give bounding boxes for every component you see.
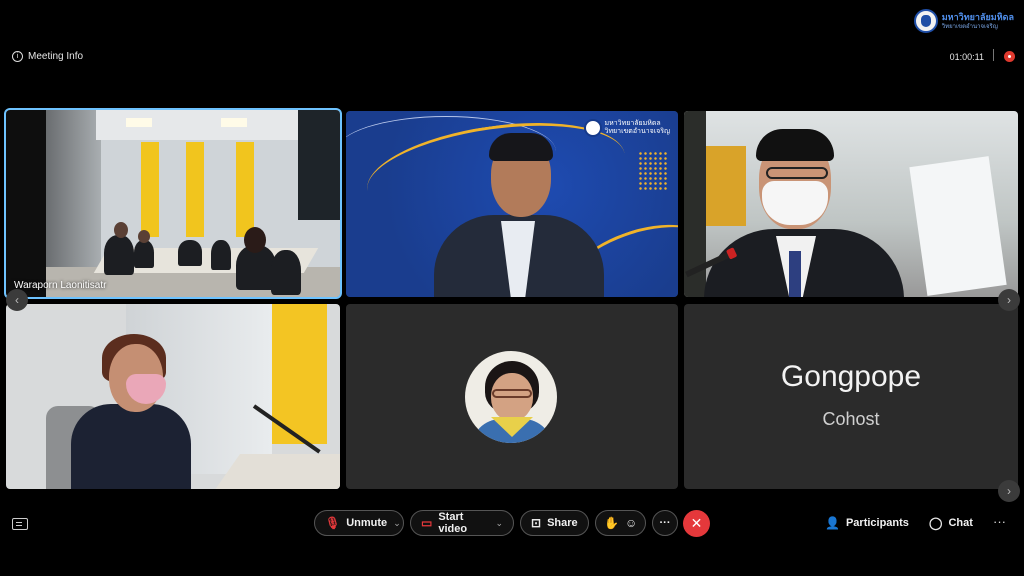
emoji-reaction-icon[interactable]: ☺ (625, 516, 637, 530)
brand-campus: วิทยาเขตอำนาจเจริญ (941, 23, 998, 30)
overflow-menu-icon[interactable]: ··· (993, 514, 1006, 529)
participant-display-name: Gongpope (780, 360, 922, 393)
divider (993, 49, 994, 61)
video-feed: มหาวิทยาลัยมหิดล วิทยาเขตอำนาจเจริญ (346, 111, 678, 297)
share-button[interactable]: ⊡ Share (520, 510, 589, 536)
participant-avatar (465, 351, 557, 443)
video-tile-5[interactable] (346, 304, 678, 489)
share-screen-icon: ⊡ (531, 516, 542, 530)
more-icon: ··· (659, 517, 671, 529)
virtual-background-logo: มหาวิทยาลัยมหิดล วิทยาเขตอำนาจเจริญ (583, 119, 670, 137)
participants-button[interactable]: 👤 Participants (825, 516, 909, 530)
chat-label: Chat (948, 517, 973, 529)
chat-button[interactable]: ◯ Chat (929, 516, 973, 530)
microphone-muted-icon: 🎙 (325, 516, 341, 530)
start-video-label: Start video (438, 511, 468, 535)
participants-label: Participants (845, 517, 909, 529)
start-video-button[interactable]: ▭ Start video ⌄ (410, 510, 514, 536)
chevron-down-icon[interactable]: ⌄ (495, 518, 503, 529)
video-feed (6, 110, 340, 297)
university-seal-icon (913, 9, 938, 33)
video-feed (684, 111, 1018, 297)
brand-logo: มหาวิทยาลัยมหิดล วิทยาเขตอำนาจเจริญ (913, 9, 1014, 33)
more-options-button[interactable]: ··· (652, 510, 678, 536)
video-feed (6, 304, 340, 489)
scroll-down-arrow-icon[interactable]: › (998, 480, 1020, 502)
video-tile-6[interactable]: Gongpope Cohost (684, 304, 1018, 489)
recording-icon[interactable] (1005, 52, 1014, 61)
participant-role: Cohost (822, 409, 880, 429)
video-tile-1[interactable]: Waraporn Laonitisatr (6, 110, 340, 297)
leave-meeting-button[interactable]: ✕ (683, 510, 710, 537)
raise-hand-icon[interactable]: ✋ (604, 516, 619, 530)
close-icon: ✕ (690, 515, 703, 531)
brand-name: มหาวิทยาลัยมหิดล (941, 11, 1014, 22)
next-page-arrow-icon[interactable]: › (998, 289, 1020, 311)
video-tile-3[interactable] (684, 111, 1018, 297)
meeting-timer: 01:00:11 (949, 52, 984, 62)
chat-bubble-icon: ◯ (929, 516, 943, 530)
share-label: Share (547, 517, 578, 529)
video-tile-4[interactable] (6, 304, 340, 489)
participant-name-label: Waraporn Laonitisatr (14, 280, 107, 291)
participants-icon: 👤 (825, 516, 840, 530)
captions-icon[interactable] (12, 518, 28, 530)
reactions-group[interactable]: ✋ ☺ (595, 510, 646, 536)
video-tile-2[interactable]: มหาวิทยาลัยมหิดล วิทยาเขตอำนาจเจริญ (346, 111, 678, 297)
meeting-info-button[interactable]: i Meeting Info (12, 51, 83, 62)
chevron-down-icon[interactable]: ⌄ (393, 518, 401, 529)
previous-page-arrow-icon[interactable]: ‹ (6, 289, 28, 311)
meeting-info-label: Meeting Info (28, 51, 84, 62)
unmute-label: Unmute (346, 517, 388, 529)
info-icon: i (12, 51, 23, 62)
unmute-button[interactable]: 🎙 Unmute ⌄ (314, 510, 404, 536)
video-off-icon: ▭ (421, 516, 433, 530)
